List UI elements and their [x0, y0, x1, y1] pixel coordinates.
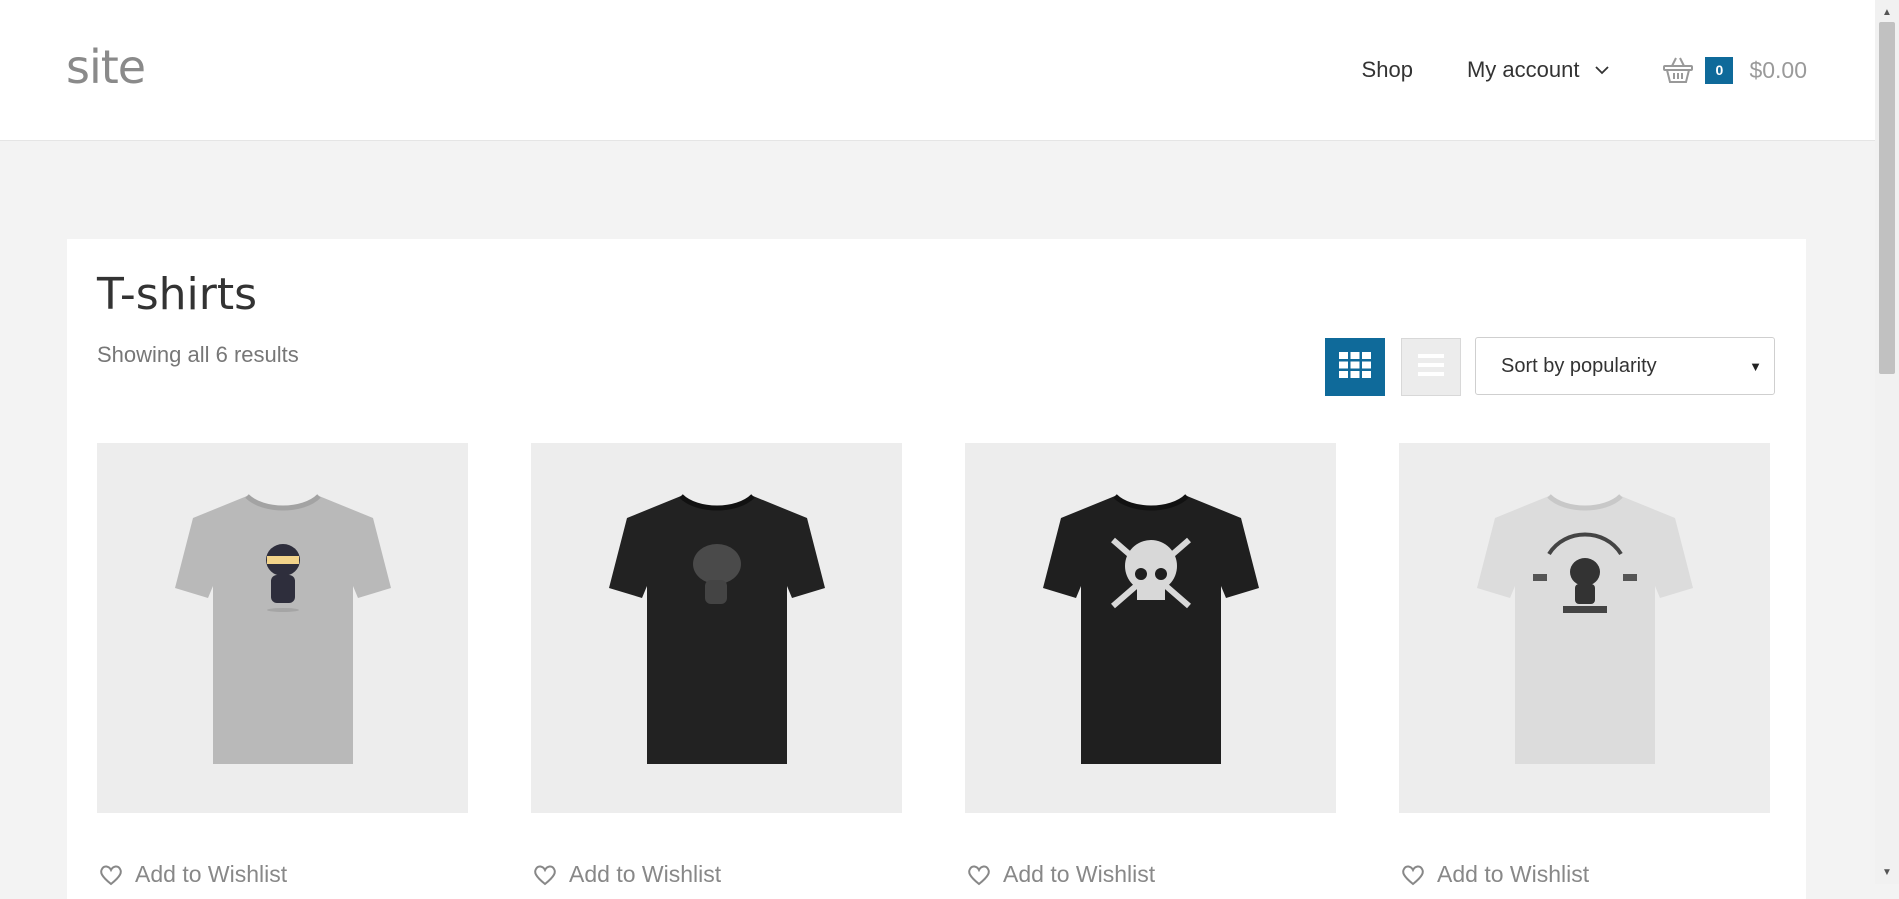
tshirt-icon: [174, 494, 391, 764]
product-card: Add to Wishlist: [97, 443, 468, 888]
product-card: Add to Wishlist: [965, 443, 1336, 888]
cart-link[interactable]: 0 $0.00: [1663, 56, 1807, 84]
cart-total: $0.00: [1749, 56, 1807, 83]
scrollbar-thumb[interactable]: [1879, 22, 1895, 374]
tshirt-icon: [1476, 494, 1693, 764]
heart-icon: [1401, 864, 1425, 886]
site-logo[interactable]: site: [66, 40, 146, 94]
grid-view-button[interactable]: [1325, 338, 1385, 396]
scroll-up-arrow-icon[interactable]: ▲: [1875, 2, 1899, 22]
main-navigation: Shop My account 0 $0.00: [1362, 50, 1807, 90]
product-card: Add to Wishlist: [531, 443, 902, 888]
nav-my-account-link[interactable]: My account: [1467, 57, 1610, 83]
grid-icon: [1339, 351, 1371, 383]
sort-select[interactable]: Sort by popularity ▼: [1475, 337, 1775, 395]
cart-count-badge: 0: [1705, 56, 1734, 84]
product-archive: T-shirts Showing all 6 results Sort by p…: [67, 239, 1806, 899]
product-card: Add to Wishlist: [1399, 443, 1770, 888]
result-count: Showing all 6 results: [97, 342, 299, 367]
nav-shop-link[interactable]: Shop: [1362, 57, 1413, 83]
list-icon: [1418, 353, 1444, 381]
chevron-down-icon: [1595, 65, 1610, 75]
page-scrollbar[interactable]: ▲ ▼: [1875, 0, 1899, 884]
product-image[interactable]: [965, 443, 1336, 813]
heart-icon: [533, 864, 557, 886]
nav-my-account-label: My account: [1466, 57, 1580, 82]
scroll-down-arrow-icon[interactable]: ▼: [1875, 862, 1899, 882]
tshirt-icon: [1042, 494, 1259, 764]
product-image[interactable]: [97, 443, 468, 813]
nav-shop-label: Shop: [1361, 57, 1413, 82]
site-header: site Shop My account 0 $0.00: [0, 0, 1875, 141]
list-view-button[interactable]: [1401, 338, 1461, 396]
sort-selected-option: Sort by popularity: [1501, 354, 1657, 377]
tshirt-icon: [608, 494, 825, 764]
basket-icon: [1663, 56, 1694, 84]
caret-down-icon: ▼: [1749, 358, 1762, 374]
heart-icon: [99, 864, 123, 886]
product-image[interactable]: [1399, 443, 1770, 813]
page-title: T-shirts: [97, 269, 258, 320]
heart-icon: [967, 864, 991, 886]
product-image[interactable]: [531, 443, 902, 813]
